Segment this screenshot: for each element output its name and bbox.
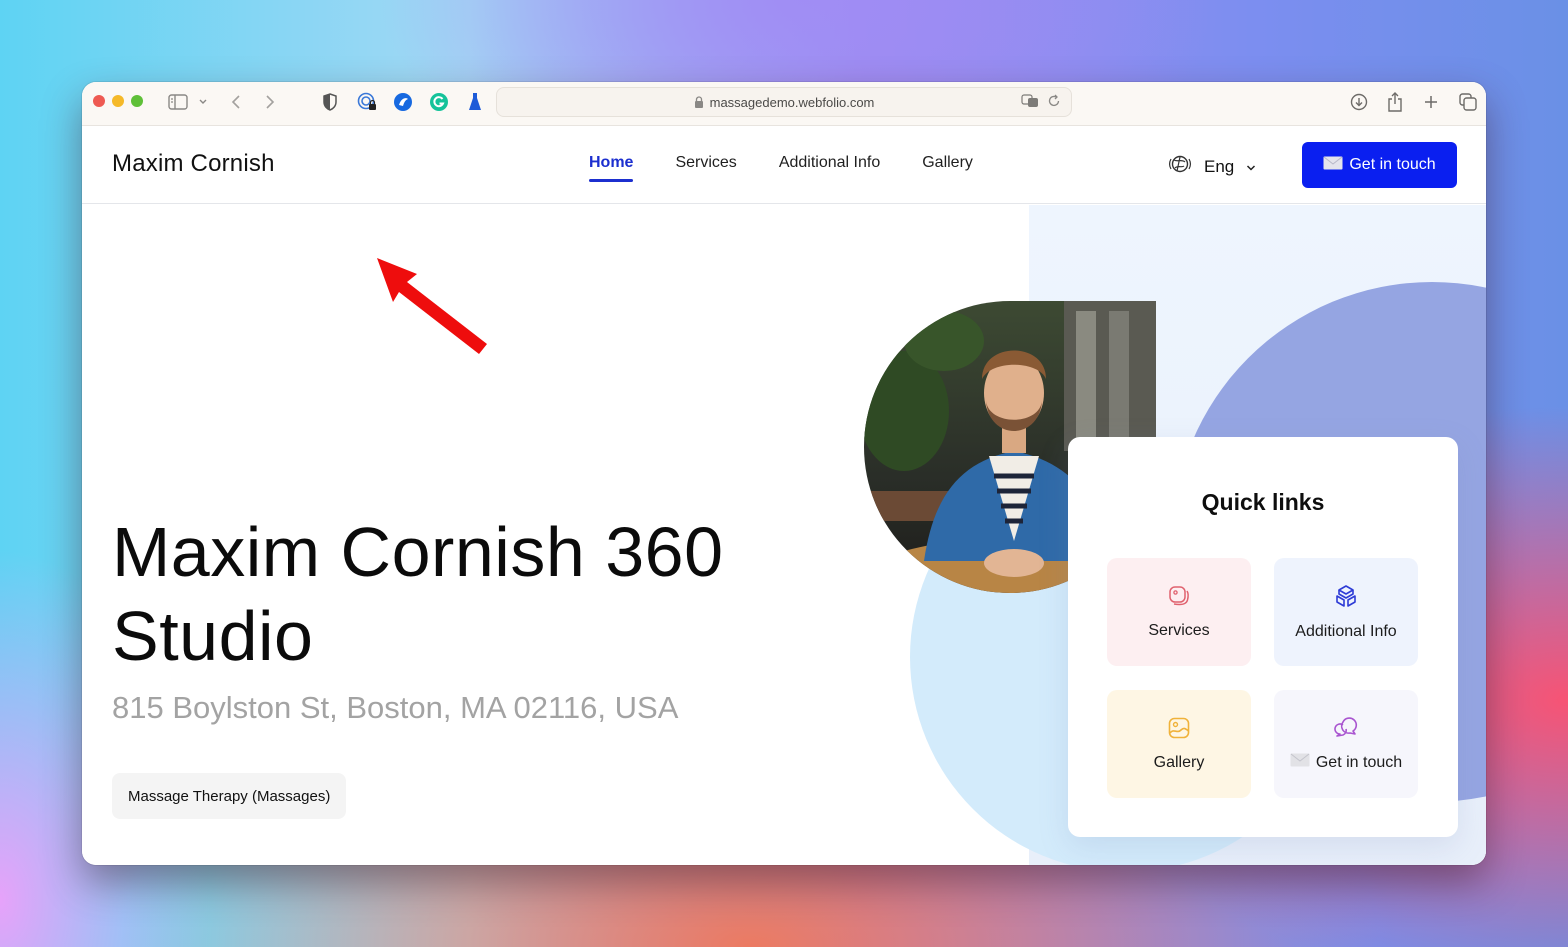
chevron-down-icon[interactable] <box>198 92 208 112</box>
quick-link-gallery[interactable]: Gallery <box>1107 690 1251 798</box>
password-extension-icon[interactable] <box>357 92 377 112</box>
tabs-overview-icon[interactable] <box>1459 92 1477 112</box>
envelope-icon <box>1290 753 1310 772</box>
nav-home[interactable]: Home <box>589 154 634 182</box>
forward-icon[interactable] <box>264 92 276 112</box>
sidebar-icon[interactable] <box>168 92 188 112</box>
language-selector[interactable]: Eng <box>1168 153 1256 180</box>
quick-links-title: Quick links <box>1201 489 1325 515</box>
quick-link-additional-info[interactable]: Additional Info <box>1274 558 1418 666</box>
site-header: Maxim Cornish Home Services Additional I… <box>82 126 1486 204</box>
cube-icon <box>1334 584 1358 613</box>
chevron-down-icon <box>1246 157 1256 177</box>
stack-icon <box>1168 585 1190 612</box>
url-text: massagedemo.webfolio.com <box>709 94 875 110</box>
annotation-arrow-icon <box>373 254 491 358</box>
reload-icon[interactable] <box>1047 94 1061 111</box>
browser-extension-icon[interactable] <box>393 92 413 112</box>
cta-label: Get in touch <box>1349 156 1436 173</box>
quick-link-label: Gallery <box>1153 753 1205 771</box>
nav-services[interactable]: Services <box>675 154 736 180</box>
image-icon <box>1168 717 1190 744</box>
language-label: Eng <box>1204 156 1235 176</box>
hero-address: 815 Boylston St, Boston, MA 02116, USA <box>112 690 679 725</box>
zoom-window-button[interactable] <box>131 95 143 107</box>
quick-link-label: Services <box>1148 621 1210 639</box>
chat-bubbles-icon <box>1334 716 1358 743</box>
address-bar[interactable]: massagedemo.webfolio.com <box>496 87 1072 117</box>
envelope-icon <box>1323 156 1343 175</box>
site-brand[interactable]: Maxim Cornish <box>112 150 275 178</box>
quick-link-services[interactable]: Services <box>1107 558 1251 666</box>
shield-icon[interactable] <box>322 92 338 112</box>
quick-link-label: Get in touch <box>1315 753 1403 771</box>
translate-icon[interactable] <box>1021 94 1039 111</box>
hero-section: Maxim Cornish 360 Studio 815 Boylston St… <box>82 205 1486 865</box>
get-in-touch-button[interactable]: Get in touch <box>1302 142 1457 188</box>
lock-icon <box>694 96 704 108</box>
main-nav: Home Services Additional Info Gallery <box>589 154 973 182</box>
quick-links-card: Quick links Services Additional Info Gal… <box>1068 437 1458 837</box>
quick-link-get-in-touch[interactable]: Get in touch <box>1274 690 1418 798</box>
hero-title: Maxim Cornish 360 Studio <box>112 513 724 675</box>
share-icon[interactable] <box>1387 92 1403 112</box>
minimize-window-button[interactable] <box>112 95 124 107</box>
back-icon[interactable] <box>230 92 242 112</box>
nav-additional-info[interactable]: Additional Info <box>779 154 880 180</box>
flask-extension-icon[interactable] <box>468 92 482 112</box>
globe-icon <box>1168 153 1192 180</box>
browser-window: massagedemo.webfolio.com Maxim Cornish H… <box>82 82 1486 865</box>
quick-link-label: Additional Info <box>1295 622 1397 640</box>
new-tab-icon[interactable] <box>1424 92 1438 112</box>
nav-gallery[interactable]: Gallery <box>922 154 973 180</box>
grammarly-icon[interactable] <box>429 92 449 112</box>
download-icon[interactable] <box>1350 92 1368 112</box>
browser-toolbar: massagedemo.webfolio.com <box>82 82 1486 126</box>
close-window-button[interactable] <box>93 95 105 107</box>
category-tag[interactable]: Massage Therapy (Massages) <box>112 773 347 819</box>
